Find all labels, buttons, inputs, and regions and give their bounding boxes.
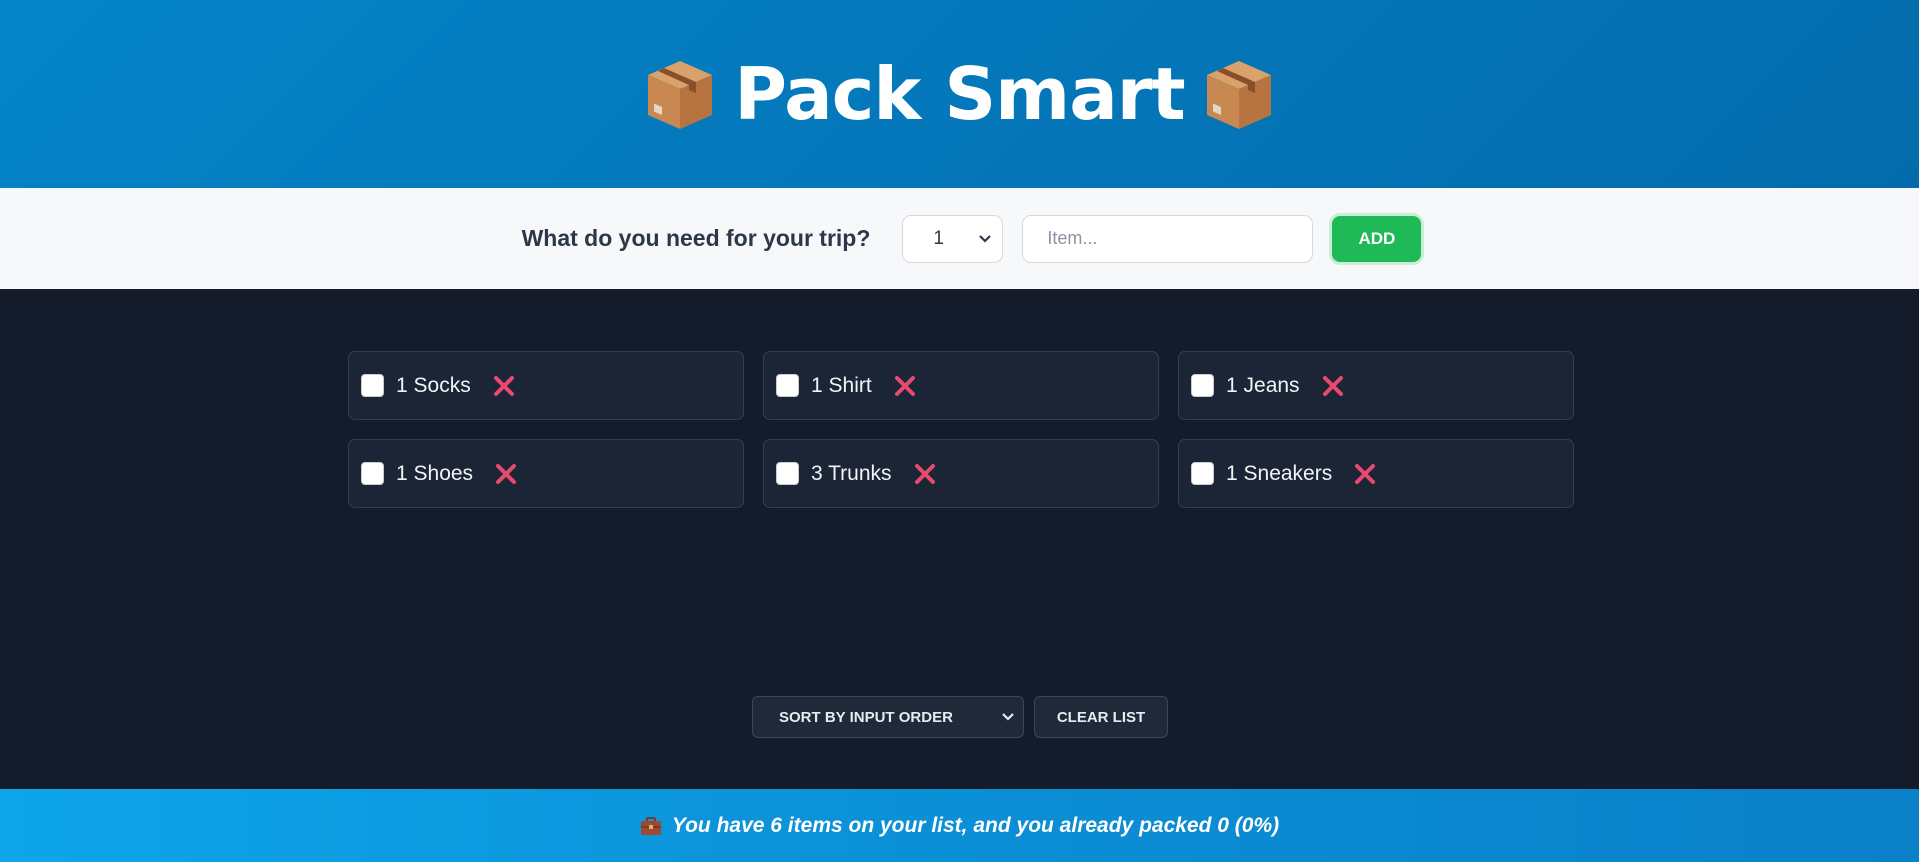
packed-checkbox[interactable] [776, 374, 799, 397]
chevron-down-icon [1002, 713, 1014, 721]
package-icon [648, 61, 713, 129]
item-label: 1 Shoes [396, 461, 474, 485]
quantity-value: 1 [933, 227, 944, 249]
add-item-form: What do you need for your trip? 1 ADD [0, 188, 1919, 289]
packed-checkbox[interactable] [361, 462, 384, 485]
packing-list: 1 Socks 1 Shirt 1 Jeans 1 Shoes 3 Trunks [348, 351, 1574, 508]
delete-icon[interactable] [495, 463, 517, 485]
form-prompt: What do you need for your trip? [521, 225, 871, 251]
chevron-down-icon [979, 234, 992, 243]
item-label: 3 Trunks [811, 461, 892, 485]
item-input[interactable] [1022, 214, 1314, 263]
list-item: 3 Trunks [763, 439, 1159, 508]
quantity-select[interactable]: 1 [902, 214, 1004, 263]
stats-row: You have 6 items on your list, and you a… [640, 814, 1279, 838]
delete-icon[interactable] [1322, 375, 1344, 397]
packed-checkbox[interactable] [1191, 462, 1214, 485]
list-item: 1 Sneakers [1178, 439, 1574, 508]
item-label: 1 Socks [396, 373, 471, 397]
delete-icon[interactable] [914, 463, 936, 485]
list-item: 1 Shirt [763, 351, 1159, 420]
app-header: Pack Smart [0, 0, 1919, 188]
list-item: 1 Shoes [348, 439, 744, 508]
delete-icon[interactable] [493, 375, 515, 397]
item-label: 1 Jeans [1226, 373, 1300, 397]
sort-select[interactable]: SORT BY INPUT ORDER [752, 696, 1024, 738]
list-item: 1 Jeans [1178, 351, 1574, 420]
delete-icon[interactable] [1354, 463, 1376, 485]
item-label: 1 Sneakers [1226, 461, 1333, 485]
add-button[interactable]: ADD [1332, 215, 1422, 262]
packed-checkbox[interactable] [361, 374, 384, 397]
briefcase-icon [640, 816, 661, 835]
item-label: 1 Shirt [811, 373, 872, 397]
stats-footer: You have 6 items on your list, and you a… [0, 789, 1919, 862]
list-controls: SORT BY INPUT ORDER CLEAR LIST [752, 696, 1168, 738]
title-row: Pack Smart [644, 52, 1274, 136]
app-title: Pack Smart [734, 52, 1185, 136]
packed-checkbox[interactable] [1191, 374, 1214, 397]
delete-icon[interactable] [894, 375, 916, 397]
stats-text: You have 6 items on your list, and you a… [671, 813, 1280, 837]
sort-value: SORT BY INPUT ORDER [779, 708, 953, 726]
packed-checkbox[interactable] [776, 462, 799, 485]
package-icon [1206, 61, 1271, 129]
form-inner: What do you need for your trip? 1 ADD [521, 214, 1422, 263]
list-item: 1 Socks [348, 351, 744, 420]
clear-list-button[interactable]: CLEAR LIST [1034, 696, 1168, 738]
